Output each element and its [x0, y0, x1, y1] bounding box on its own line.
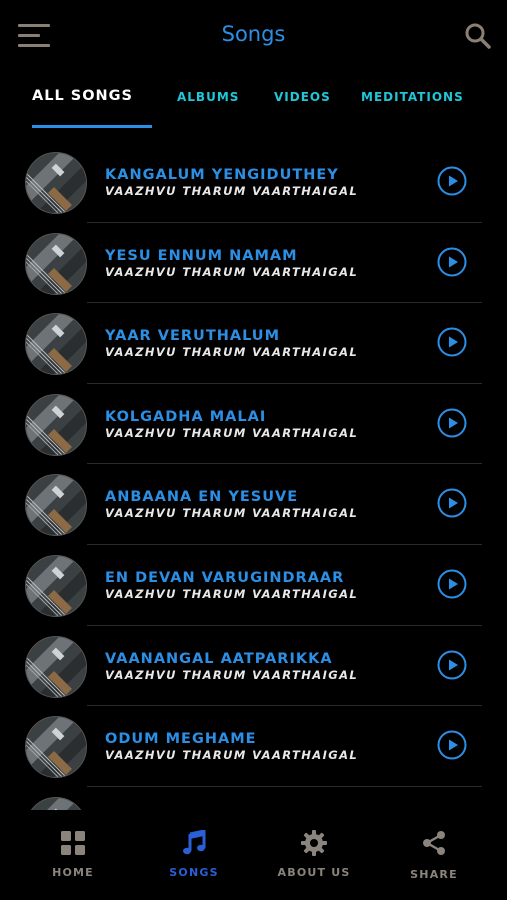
- song-album: VAAZHVU THARUM VAARTHAIGAL: [105, 586, 359, 601]
- nav-home-label: HOME: [52, 866, 94, 879]
- gear-icon: [301, 830, 327, 856]
- nav-share[interactable]: SHARE: [374, 812, 494, 900]
- share-icon: [421, 830, 447, 856]
- play-icon[interactable]: [437, 166, 467, 196]
- song-title: ANBAANA EN YESUVE: [105, 489, 299, 506]
- album-art-thumbnail: [25, 796, 87, 810]
- active-tab-indicator: [32, 125, 152, 128]
- song-album: VAAZHVU THARUM VAARTHAIGAL: [105, 667, 359, 682]
- play-icon[interactable]: [437, 488, 467, 518]
- tab-albums[interactable]: ALBUMS: [177, 90, 239, 104]
- nav-about-us[interactable]: ABOUT US: [254, 812, 374, 900]
- album-art-thumbnail: [25, 152, 87, 214]
- album-art-thumbnail: [25, 554, 87, 617]
- song-title: YESU ENNUM NAMAM: [105, 247, 298, 264]
- tab-meditations[interactable]: MEDITATIONS: [361, 90, 464, 104]
- app-header: Songs: [0, 0, 507, 72]
- play-icon[interactable]: [437, 247, 467, 277]
- nav-home[interactable]: HOME: [13, 812, 133, 900]
- nav-songs-label: SONGS: [169, 866, 219, 879]
- song-row[interactable]: KANGALUM YENGIDUTHEY VAAZHVU THARUM VAAR…: [0, 142, 507, 223]
- song-row-partial[interactable]: [0, 787, 507, 810]
- album-art-thumbnail: [25, 635, 87, 698]
- play-icon[interactable]: [437, 730, 467, 760]
- album-art-thumbnail: [25, 313, 87, 376]
- song-title: KANGALUM YENGIDUTHEY: [105, 167, 339, 183]
- song-album: VAAZHVU THARUM VAARTHAIGAL: [105, 264, 359, 279]
- album-art-thumbnail: [25, 474, 87, 537]
- song-row[interactable]: VAANANGAL AATPARIKKA VAAZHVU THARUM VAAR…: [0, 626, 507, 707]
- song-row[interactable]: YAAR VERUTHALUM VAAZHVU THARUM VAARTHAIG…: [0, 303, 507, 384]
- nav-songs[interactable]: SONGS: [134, 812, 254, 900]
- bottom-navigation: HOME SONGS ABOUT US SHARE: [0, 812, 507, 900]
- grid-icon: [60, 830, 86, 856]
- song-album: VAAZHVU THARUM VAARTHAIGAL: [105, 345, 359, 360]
- song-title: ODUM MEGHAME: [105, 731, 257, 748]
- song-album: VAAZHVU THARUM VAARTHAIGAL: [105, 425, 359, 440]
- search-icon[interactable]: [464, 22, 492, 50]
- song-list[interactable]: KANGALUM YENGIDUTHEY VAAZHVU THARUM VAAR…: [0, 142, 507, 810]
- music-note-icon: [181, 829, 207, 856]
- song-album: VAAZHVU THARUM VAARTHAIGAL: [105, 506, 359, 521]
- tab-videos[interactable]: VIDEOS: [274, 90, 331, 104]
- album-art-thumbnail: [25, 393, 87, 456]
- song-title: VAANANGAL AATPARIKKA: [105, 650, 333, 667]
- play-icon[interactable]: [437, 569, 467, 599]
- nav-about-us-label: ABOUT US: [277, 866, 351, 879]
- song-row[interactable]: YESU ENNUM NAMAM VAAZHVU THARUM VAARTHAI…: [0, 223, 507, 304]
- category-tabs: ALL SONGS ALBUMS VIDEOS MEDITATIONS: [0, 80, 507, 130]
- nav-share-label: SHARE: [410, 868, 458, 881]
- song-row[interactable]: ODUM MEGHAME VAAZHVU THARUM VAARTHAIGAL: [0, 706, 507, 787]
- song-row[interactable]: EN DEVAN VARUGINDRAAR VAAZHVU THARUM VAA…: [0, 545, 507, 626]
- song-title: KOLGADHA MALAI: [105, 408, 267, 425]
- song-row[interactable]: ANBAANA EN YESUVE VAAZHVU THARUM VAARTHA…: [0, 464, 507, 545]
- tab-all-songs[interactable]: ALL SONGS: [32, 88, 133, 104]
- play-icon[interactable]: [437, 650, 467, 680]
- play-icon[interactable]: [437, 327, 467, 357]
- song-title: YAAR VERUTHALUM: [105, 328, 281, 345]
- song-album: VAAZHVU THARUM VAARTHAIGAL: [105, 748, 359, 763]
- song-album: VAAZHVU THARUM VAARTHAIGAL: [105, 184, 359, 198]
- page-title: Songs: [221, 22, 286, 46]
- album-art-thumbnail: [25, 232, 87, 295]
- song-row[interactable]: KOLGADHA MALAI VAAZHVU THARUM VAARTHAIGA…: [0, 384, 507, 465]
- album-art-thumbnail: [25, 716, 87, 779]
- play-icon[interactable]: [437, 408, 467, 438]
- song-title: EN DEVAN VARUGINDRAAR: [105, 569, 345, 586]
